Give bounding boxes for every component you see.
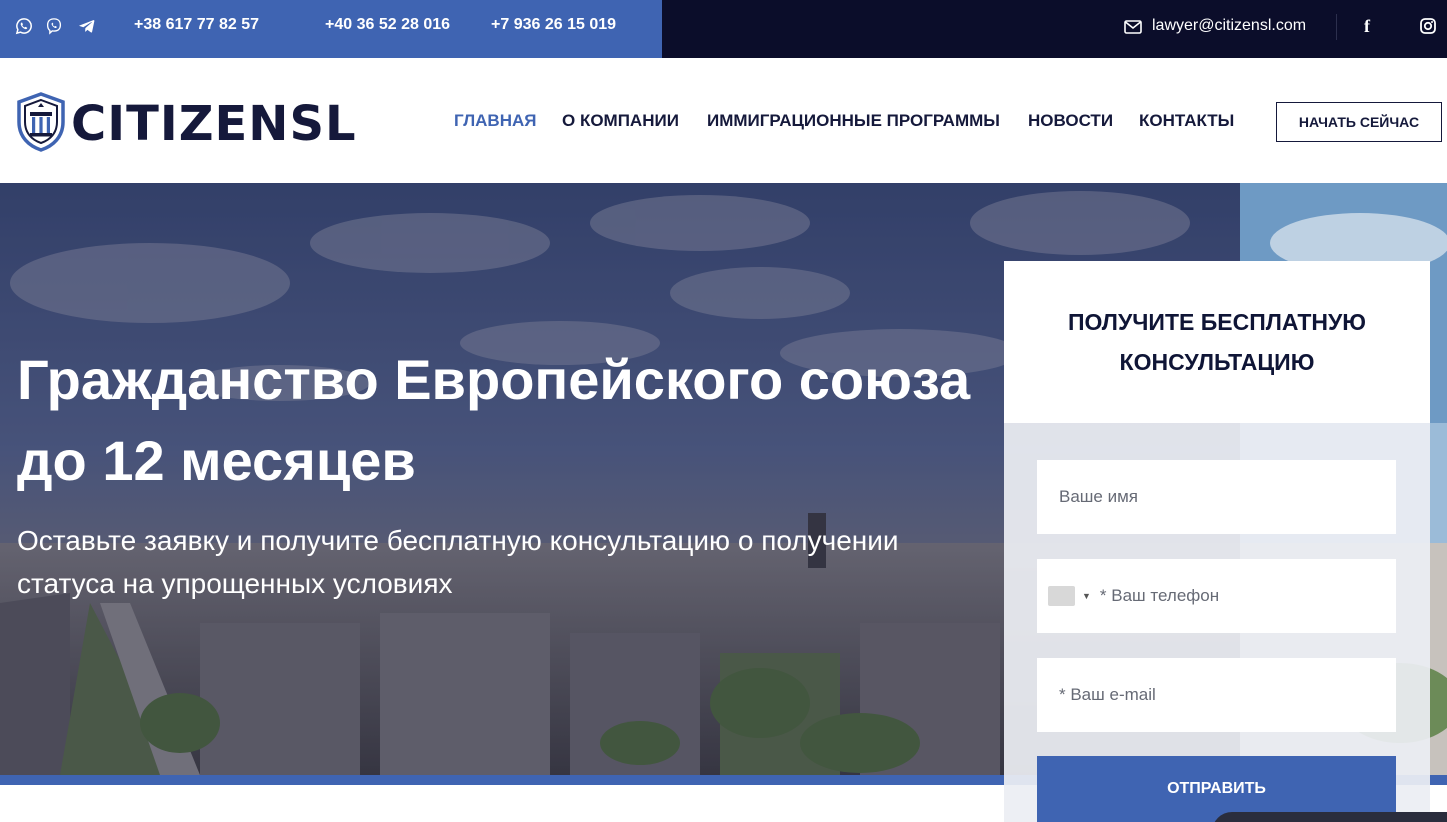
viber-icon[interactable]	[45, 17, 63, 35]
form-header: ПОЛУЧИТЕ БЕСПЛАТНУЮ КОНСУЛЬТАЦИЮ	[1004, 261, 1430, 423]
consultation-form: ПОЛУЧИТЕ БЕСПЛАТНУЮ КОНСУЛЬТАЦИЮ Ваше им…	[1004, 261, 1430, 822]
nav-news[interactable]: НОВОСТИ	[1028, 111, 1113, 131]
logo-text[interactable]: CITIZENSL	[71, 96, 357, 152]
phone-placeholder: * Ваш телефон	[1099, 586, 1220, 605]
email-input[interactable]: * Ваш e-mail	[1037, 658, 1396, 732]
email-placeholder: * Ваш e-mail	[1059, 685, 1156, 704]
top-bar: +38 617 77 82 57 +40 36 52 28 016 +7 936…	[0, 0, 1447, 58]
nav-immigration-programs[interactable]: ИММИГРАЦИОННЫЕ ПРОГРАММЫ	[707, 111, 1000, 131]
email-link[interactable]: lawyer@citizensl.com	[1152, 17, 1306, 35]
start-now-button[interactable]: НАЧАТЬ СЕЙЧАС	[1276, 102, 1442, 142]
chevron-down-icon[interactable]: ▼	[1082, 591, 1091, 601]
facebook-icon[interactable]: f	[1364, 16, 1370, 37]
chat-widget[interactable]	[1212, 812, 1447, 822]
nav-contacts[interactable]: КОНТАКТЫ	[1139, 111, 1234, 131]
phone-input[interactable]: ▼ * Ваш телефон	[1037, 559, 1396, 633]
envelope-icon	[1124, 20, 1142, 34]
name-input[interactable]: Ваше имя	[1037, 460, 1396, 534]
phone-link-1[interactable]: +38 617 77 82 57	[134, 16, 259, 34]
instagram-icon[interactable]	[1420, 18, 1436, 34]
phone-link-2[interactable]: +40 36 52 28 016	[325, 16, 450, 34]
form-title: ПОЛУЧИТЕ БЕСПЛАТНУЮ КОНСУЛЬТАЦИЮ	[1067, 309, 1367, 375]
telegram-icon[interactable]	[78, 17, 96, 35]
divider	[1336, 14, 1337, 40]
nav-home[interactable]: ГЛАВНАЯ	[454, 111, 536, 131]
logo-shield-icon[interactable]	[16, 92, 66, 152]
name-placeholder: Ваше имя	[1059, 487, 1138, 506]
phone-link-3[interactable]: +7 936 26 15 019	[491, 16, 616, 34]
whatsapp-icon[interactable]	[15, 17, 33, 35]
hero-title: Гражданство Европейского союза до 12 мес…	[17, 348, 971, 492]
hero-subtitle: Оставьте заявку и получите бесплатную ко…	[17, 525, 899, 599]
nav-about[interactable]: О КОМПАНИИ	[562, 111, 679, 131]
country-flag-icon[interactable]	[1048, 586, 1075, 606]
